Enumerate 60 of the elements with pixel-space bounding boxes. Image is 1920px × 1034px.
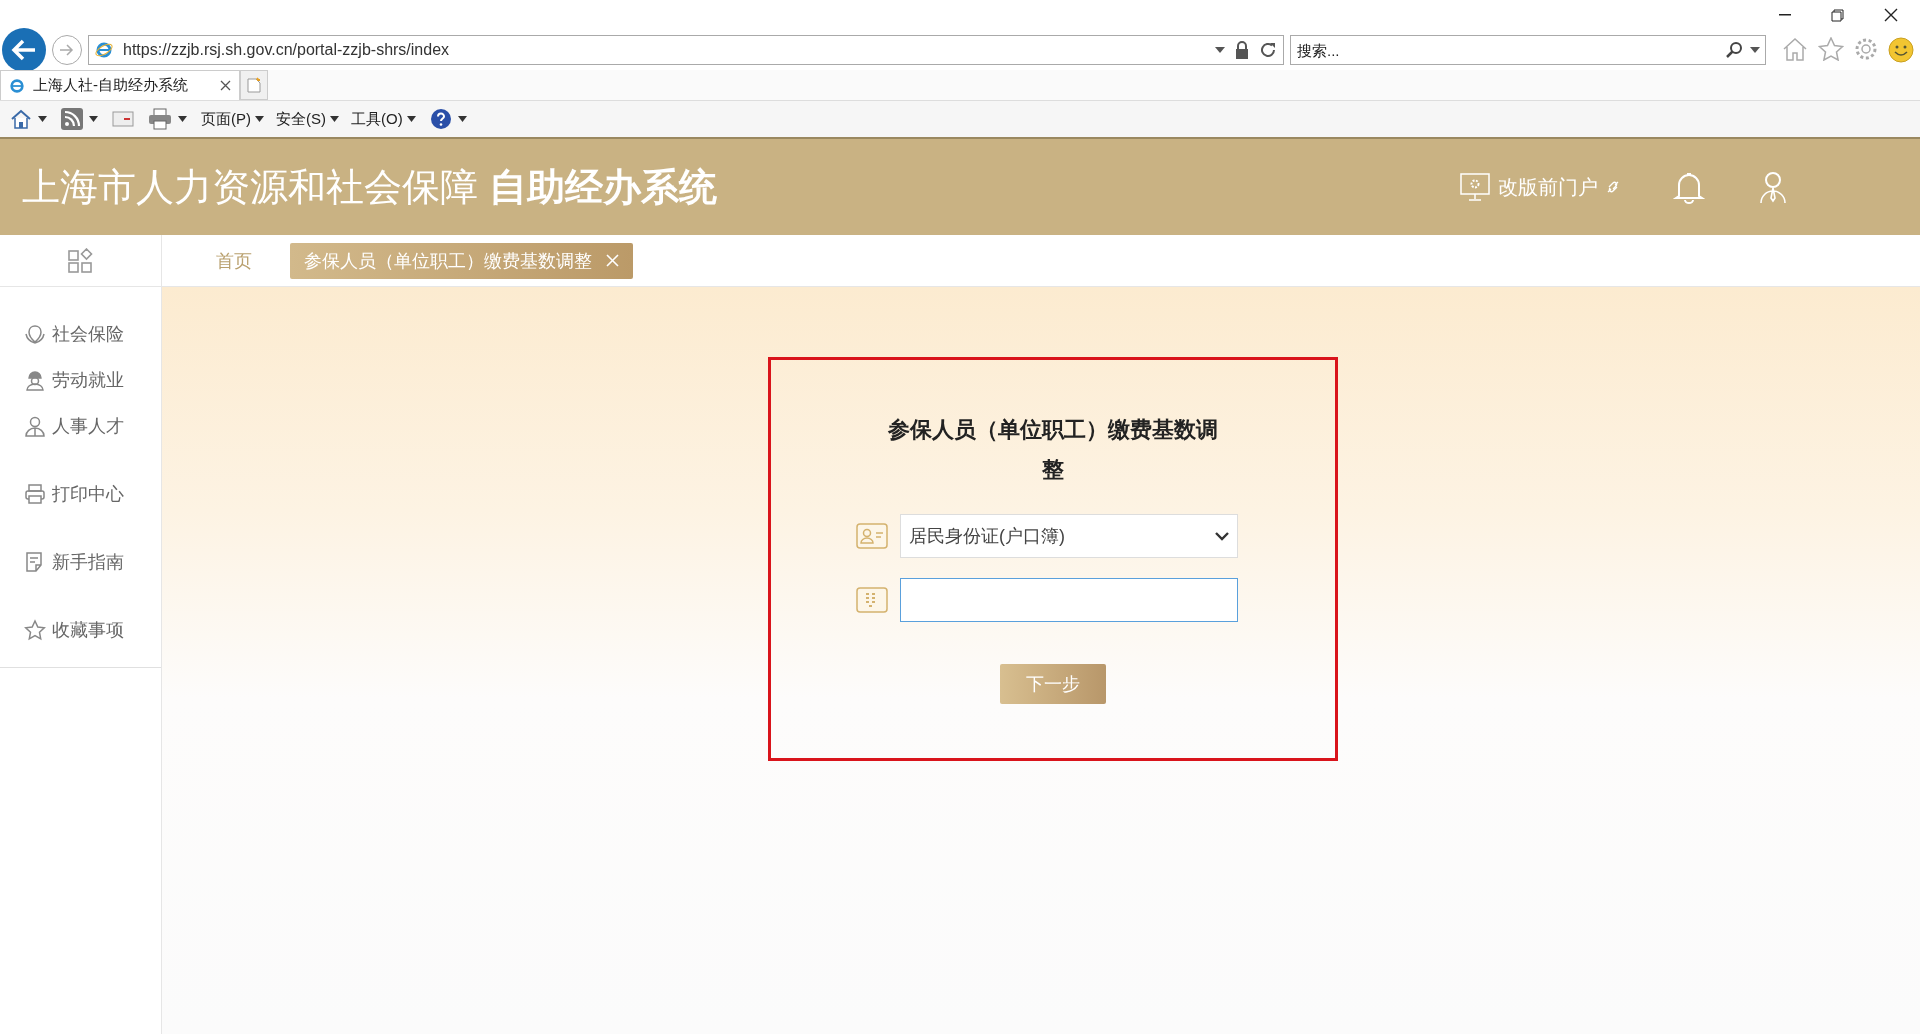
- worker-icon: [24, 369, 46, 391]
- shield-hands-icon: [24, 323, 46, 345]
- sidebar-item[interactable]: 劳动就业: [0, 357, 161, 403]
- ie-logo-icon: [9, 77, 25, 94]
- monitor-icon: [1460, 172, 1490, 202]
- browser-tab[interactable]: 上海人社-自助经办系统: [0, 70, 240, 100]
- form-title: 参保人员（单位职工）缴费基数调整: [887, 416, 1219, 484]
- apps-grid-icon[interactable]: [67, 247, 94, 274]
- system-title: 上海市人力资源和社会保障 自助经办系统: [22, 164, 718, 210]
- help-icon[interactable]: [429, 108, 452, 130]
- menu-button[interactable]: 安全(S): [276, 109, 339, 129]
- search-field[interactable]: 搜索...: [1290, 35, 1766, 65]
- caret-icon: [38, 116, 47, 122]
- caret-icon: [330, 116, 339, 122]
- refresh-icon[interactable]: [1259, 41, 1277, 59]
- close-icon[interactable]: [1884, 8, 1898, 22]
- tab-title: 上海人社-自助经办系统: [33, 76, 189, 95]
- restore-icon[interactable]: [1831, 8, 1844, 22]
- caret-icon: [406, 116, 416, 122]
- printer-icon[interactable]: [148, 108, 172, 130]
- arrow-right-icon: [59, 43, 75, 57]
- caret-icon: [178, 116, 187, 122]
- menu-button[interactable]: 工具(O): [351, 109, 416, 129]
- caret-icon: [457, 116, 467, 122]
- lock-icon: [1235, 41, 1249, 59]
- number-card-icon: [856, 587, 888, 613]
- url-text: https://zzjb.rsj.sh.gov.cn/portal-zzjb-shrs/index: [123, 41, 451, 59]
- page-icon: [247, 77, 261, 93]
- menu-button[interactable]: 页面(P): [201, 109, 264, 129]
- id-card-icon: [856, 523, 888, 549]
- star-icon[interactable]: [1818, 37, 1844, 61]
- sidebar-item[interactable]: 收藏事项: [0, 607, 161, 653]
- caret-icon: [255, 116, 264, 122]
- chevron-down-icon: [1215, 531, 1229, 541]
- smiley-icon[interactable]: [1888, 37, 1914, 63]
- caret-icon[interactable]: [1750, 47, 1760, 53]
- id-type-select[interactable]: 居民身份证(户口簿): [900, 514, 1238, 558]
- sidebar-item[interactable]: 人事人才: [0, 403, 161, 449]
- sidebar-item[interactable]: 社会保险: [0, 311, 161, 357]
- search-icon[interactable]: [1726, 41, 1744, 59]
- feed-icon[interactable]: [61, 108, 83, 130]
- home-icon[interactable]: [1782, 37, 1808, 61]
- person-icon: [24, 415, 46, 437]
- address-bar[interactable]: https://zzjb.rsj.sh.gov.cn/portal-zzjb-shrs/index: [88, 35, 1284, 65]
- caret-icon: [89, 116, 98, 122]
- minimize-icon[interactable]: [1779, 14, 1791, 16]
- printer-icon: [24, 483, 46, 505]
- caret-icon[interactable]: [1215, 47, 1225, 53]
- star-icon: [24, 619, 46, 641]
- home-icon[interactable]: [10, 108, 32, 130]
- id-number-field[interactable]: [900, 578, 1238, 622]
- close-icon[interactable]: [220, 80, 231, 91]
- sidebar-item[interactable]: 打印中心: [0, 471, 161, 517]
- back-button[interactable]: [2, 28, 46, 72]
- arrow-left-icon: [11, 39, 37, 61]
- ie-logo-icon: [95, 41, 113, 59]
- link-icon: [1606, 180, 1620, 194]
- settings-icon[interactable]: [1854, 37, 1878, 61]
- sidebar-item[interactable]: 新手指南: [0, 539, 161, 585]
- mail-icon[interactable]: [112, 111, 134, 127]
